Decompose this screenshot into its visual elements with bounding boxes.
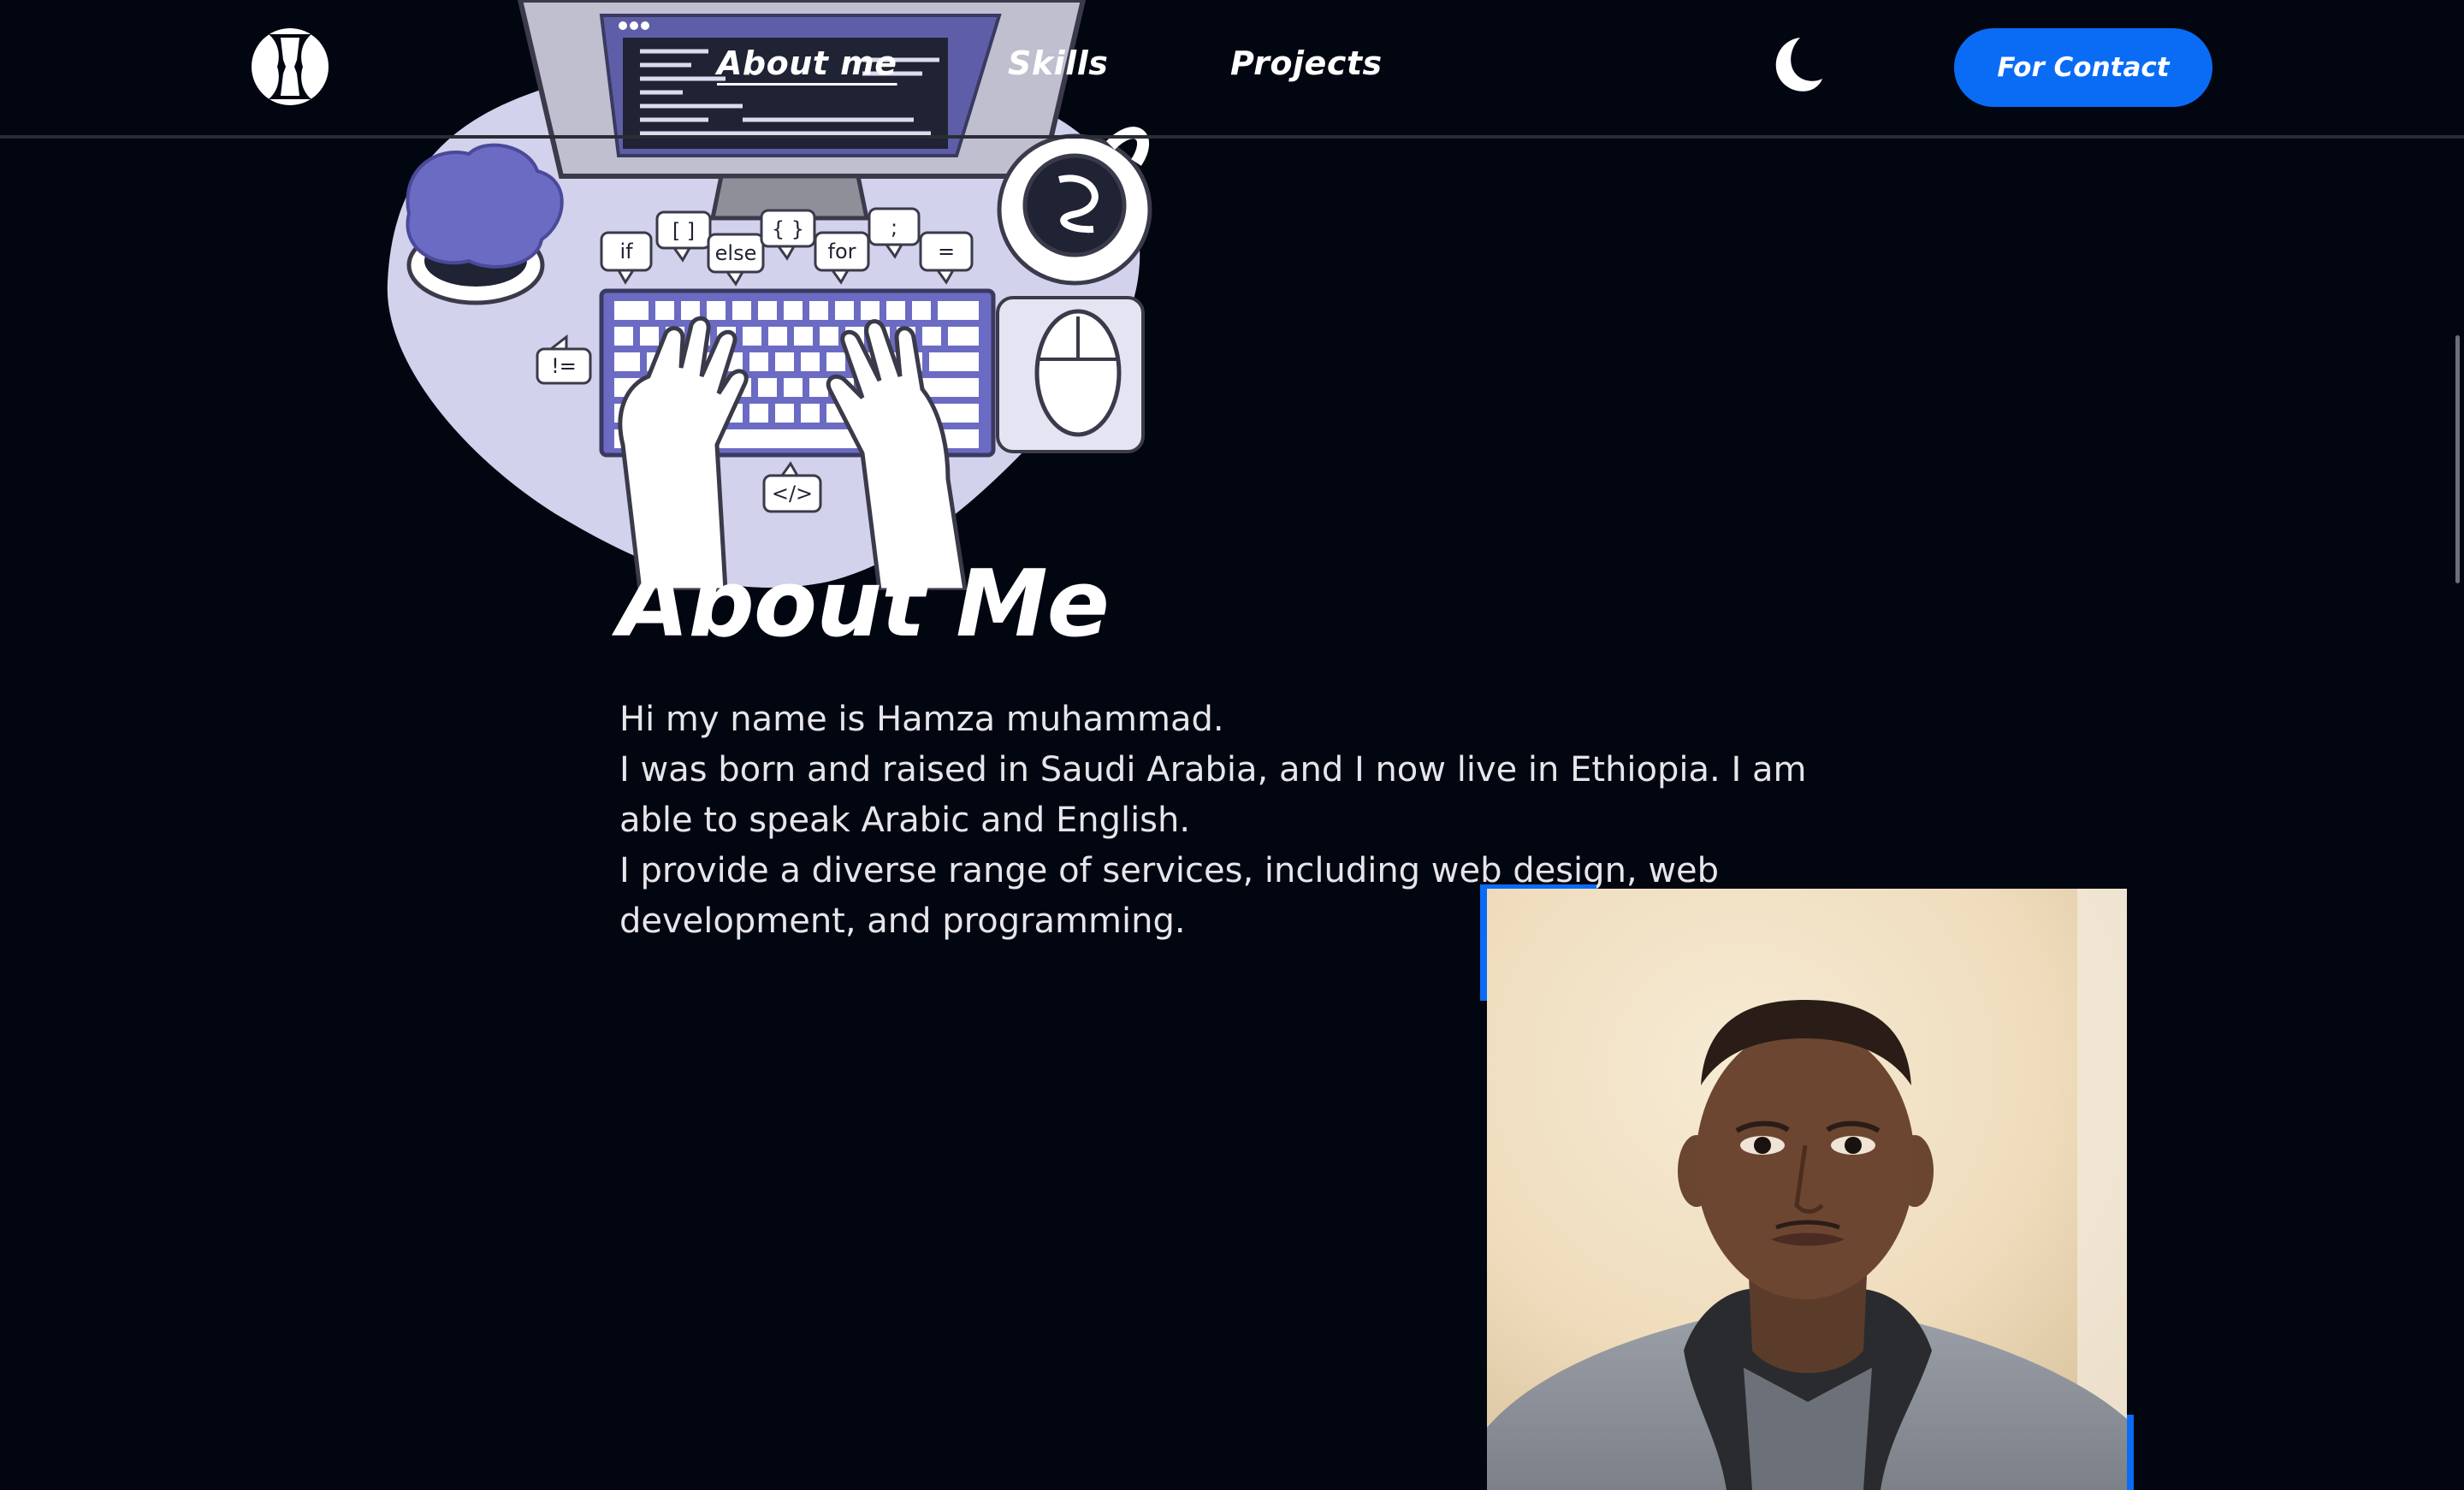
svg-text:else: else (715, 241, 757, 265)
svg-text:if: if (619, 239, 633, 263)
photo-accent-top-left-vertical (1480, 884, 1487, 1001)
about-heading: About Me (618, 551, 1110, 658)
nav-link-about[interactable]: About me (717, 44, 897, 82)
h-logo-icon (252, 28, 329, 105)
moon-icon (1775, 38, 1822, 92)
site-logo[interactable] (250, 26, 330, 108)
person-portrait-image (1487, 889, 2127, 1490)
for-contact-button[interactable]: For Contact (1954, 28, 2212, 107)
navbar: About me Skills Projects For Contact (0, 0, 2464, 139)
nav-link-skills[interactable]: Skills (1008, 44, 1108, 82)
photo-accent-bottom-right (2127, 1415, 2134, 1490)
svg-text:;: ; (891, 216, 897, 239)
svg-text:[ ]: [ ] (672, 219, 695, 243)
svg-text:=: = (938, 239, 955, 263)
theme-toggle-button[interactable] (1759, 33, 1824, 98)
svg-text:for: for (828, 239, 856, 263)
scrollbar-thumb[interactable] (2455, 335, 2460, 583)
svg-text:{ }: { } (772, 217, 804, 241)
about-paragraph-intro: Hi my name is Hamza muhammad. (619, 700, 1224, 739)
svg-text:</>: </> (772, 482, 813, 506)
about-paragraph-origin: I was born and raised in Saudi Arabia, a… (619, 750, 1807, 840)
profile-photo (1487, 889, 2127, 1490)
nav-link-projects[interactable]: Projects (1230, 44, 1383, 82)
svg-text:!=: != (551, 354, 577, 378)
